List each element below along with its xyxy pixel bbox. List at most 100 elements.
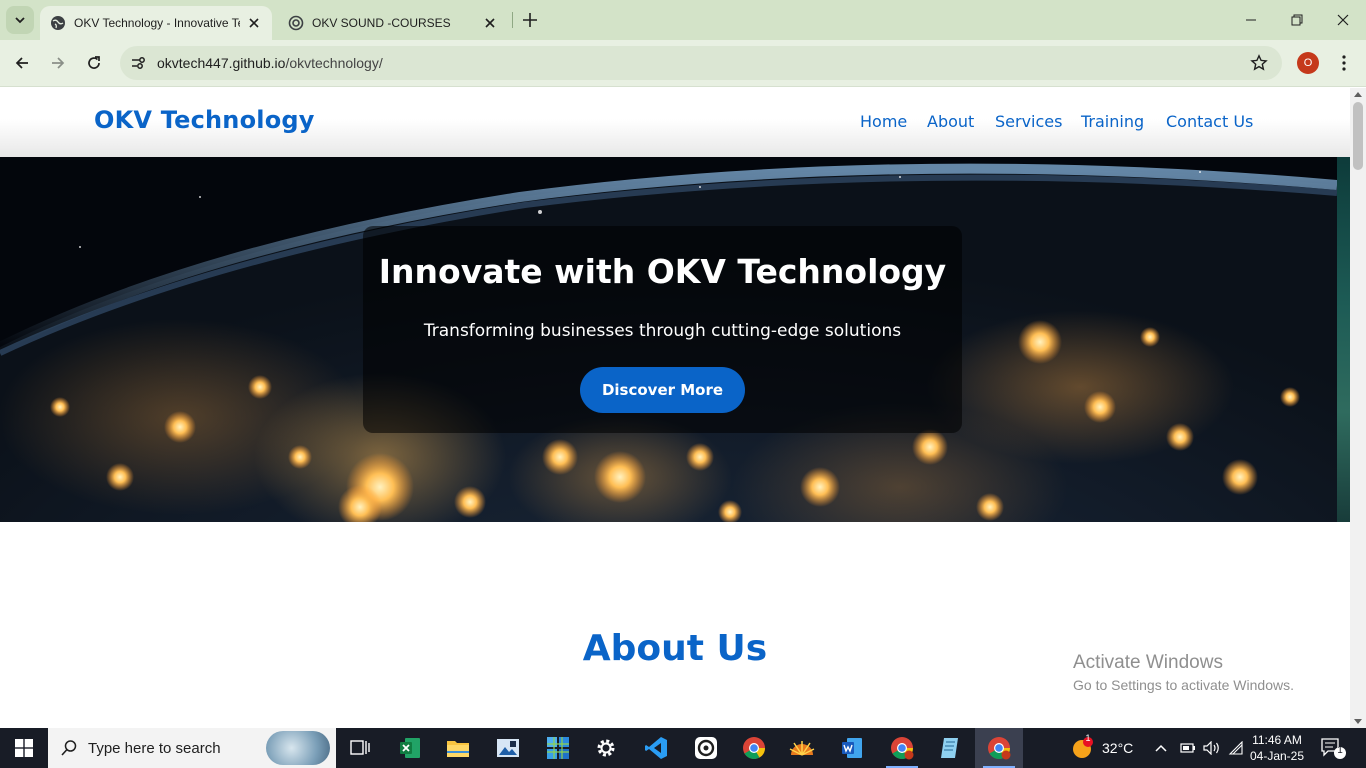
nav-home[interactable]: Home [860, 112, 907, 131]
photos-button[interactable] [484, 728, 532, 768]
search-highlight-image [266, 731, 330, 765]
clock-date: 04-Jan-25 [1249, 749, 1305, 763]
site-settings-icon[interactable] [129, 54, 147, 72]
notification-count: 1 [1337, 745, 1343, 756]
url-host: okvtech447.github.io [157, 55, 286, 71]
clock-time: 11:46 AM [1252, 733, 1302, 747]
tab-separator [512, 12, 513, 28]
scroll-thumb[interactable] [1353, 102, 1363, 170]
forward-button[interactable] [46, 51, 70, 75]
weather-badge: 1 [1085, 733, 1091, 743]
address-bar[interactable]: okvtech447.github.io/okvtechnology/ [120, 46, 1282, 80]
hero-subtitle: Transforming businesses through cutting-… [423, 321, 902, 341]
word-icon [842, 738, 862, 758]
word-button[interactable] [828, 728, 876, 768]
settings-button[interactable] [582, 728, 630, 768]
chevron-down-icon [15, 17, 25, 24]
activate-windows-watermark: Activate Windows Go to Settings to activ… [1073, 652, 1294, 693]
battery-button[interactable] [1180, 728, 1196, 768]
profile-avatar[interactable]: O [1297, 52, 1319, 74]
browser-tab-bar: OKV Technology - Innovative Te OKV SOUND… [0, 0, 1366, 40]
excel-button[interactable] [386, 728, 434, 768]
bookmark-star-icon[interactable] [1250, 54, 1268, 72]
obs-button[interactable] [682, 728, 730, 768]
scroll-up-icon[interactable] [1354, 92, 1362, 97]
minimize-button[interactable] [1228, 0, 1274, 40]
sun-app-button[interactable] [778, 728, 826, 768]
show-hidden-icons-button[interactable] [1154, 728, 1168, 768]
chrome-profile-button[interactable] [878, 728, 926, 768]
vscode-icon [645, 737, 667, 759]
discover-more-button[interactable]: Discover More [580, 367, 745, 413]
volume-button[interactable] [1203, 728, 1221, 768]
site-logo[interactable]: OKV Technology [94, 106, 315, 134]
speaker-icon [1203, 741, 1219, 755]
notepad-icon [941, 738, 958, 758]
windows-taskbar: Type here to search 1 32°C 11:46 AM 04-J… [0, 728, 1366, 768]
chrome-icon [988, 737, 1011, 760]
chevron-up-icon [1155, 744, 1167, 752]
chrome-active-button[interactable] [975, 728, 1023, 768]
chrome-button[interactable] [730, 728, 778, 768]
minimize-icon [1246, 19, 1256, 21]
close-icon[interactable] [482, 15, 498, 31]
weather-widget[interactable]: 1 32°C [1070, 728, 1133, 768]
scroll-down-icon[interactable] [1354, 719, 1362, 724]
vscode-button[interactable] [632, 728, 680, 768]
obs-icon [695, 737, 717, 759]
gear-icon [597, 739, 615, 757]
notepad-button[interactable] [926, 728, 974, 768]
plus-icon[interactable] [520, 10, 540, 30]
activate-subtitle: Go to Settings to activate Windows. [1073, 677, 1294, 693]
file-explorer-button[interactable] [434, 728, 482, 768]
search-placeholder: Type here to search [88, 740, 221, 757]
grid-app-icon [547, 737, 569, 759]
arrow-left-icon [15, 57, 28, 69]
weather-temperature: 32°C [1102, 740, 1134, 756]
close-icon[interactable] [246, 15, 262, 31]
reload-icon [88, 56, 100, 69]
task-view-icon [350, 740, 370, 755]
network-button[interactable] [1228, 728, 1244, 768]
system-clock[interactable]: 11:46 AM 04-Jan-25 [1246, 732, 1308, 764]
hero-title: Innovate with OKV Technology [378, 252, 947, 291]
tab-search-button[interactable] [6, 6, 34, 34]
task-view-button[interactable] [336, 728, 384, 768]
restore-icon [1291, 14, 1303, 26]
url-path: /okvtechnology/ [285, 55, 383, 71]
wifi-icon [1228, 741, 1243, 755]
start-button[interactable] [0, 728, 48, 768]
nav-training[interactable]: Training [1081, 112, 1144, 131]
close-icon [1337, 14, 1349, 26]
taskbar-search[interactable]: Type here to search [48, 728, 336, 768]
more-vertical-icon [1342, 55, 1346, 71]
tab-okv-technology[interactable]: OKV Technology - Innovative Te [40, 6, 272, 40]
back-button[interactable] [10, 51, 34, 75]
excel-icon [400, 738, 420, 758]
hero-content-box: Innovate with OKV Technology Transformin… [363, 226, 962, 433]
nav-services[interactable]: Services [995, 112, 1062, 131]
restore-button[interactable] [1274, 0, 1320, 40]
page-scrollbar[interactable] [1350, 88, 1366, 728]
hero-edge-image [1337, 157, 1350, 522]
close-window-button[interactable] [1320, 0, 1366, 40]
spiral-icon [288, 15, 304, 31]
browser-menu-button[interactable] [1334, 52, 1354, 74]
activate-title: Activate Windows [1073, 652, 1223, 673]
nav-contact-us[interactable]: Contact Us [1166, 112, 1253, 131]
notification-center-button[interactable]: 1 [1320, 736, 1346, 760]
tab-okv-sound[interactable]: OKV SOUND -COURSES [278, 6, 508, 40]
reload-button[interactable] [82, 51, 106, 75]
browser-toolbar: okvtech447.github.io/okvtechnology/ O [0, 40, 1366, 87]
chrome-icon [891, 737, 914, 760]
search-icon [61, 740, 77, 756]
sun-app-icon [789, 741, 815, 756]
url-text: okvtech447.github.io/okvtechnology/ [157, 55, 383, 71]
arrow-right-icon [52, 57, 65, 69]
windows-app-button[interactable] [534, 728, 582, 768]
page-viewport: OKV Technology Home About Services Train… [0, 88, 1350, 728]
windows-logo-icon [15, 739, 33, 757]
nav-about[interactable]: About [927, 112, 974, 131]
folder-icon [447, 741, 469, 757]
globe-icon [51, 16, 65, 30]
